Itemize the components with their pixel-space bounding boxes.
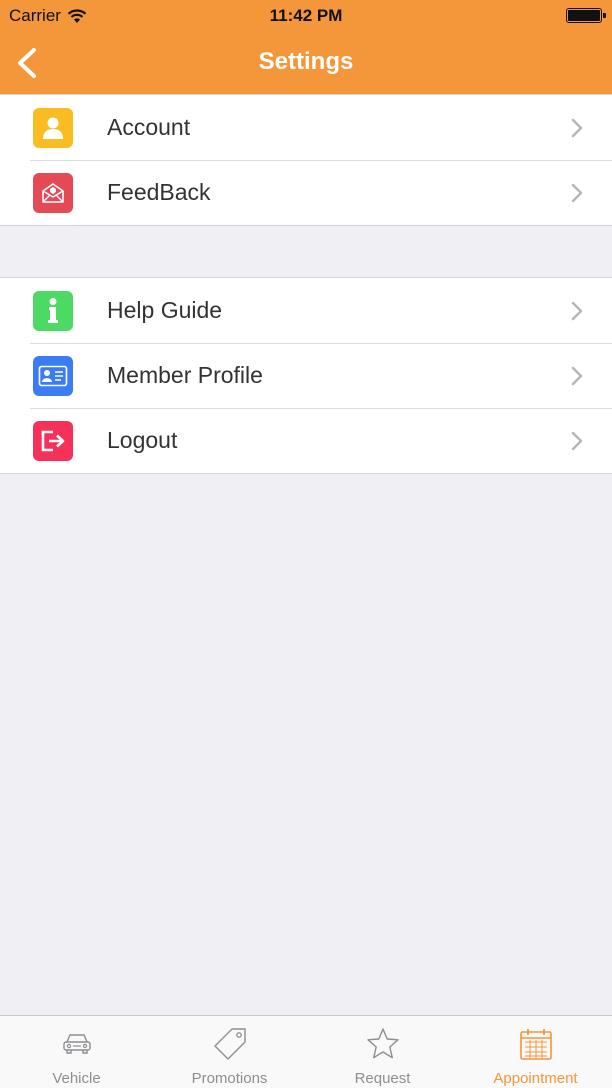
settings-item-label: Account [107,114,191,140]
calendar-icon [519,1029,552,1060]
info-icon [33,291,73,331]
tab-label: Appointment [493,1070,578,1087]
settings-item-account[interactable]: Account [0,95,612,160]
battery-icon [566,8,606,23]
tab-label: Request [354,1070,411,1087]
settings-group-2: Help Guide Member Profile Logout [0,277,612,474]
tab-bar: Vehicle Promotions Request Appointment [0,1015,612,1088]
navigation-bar: Carrier 11:42 PM Settings [0,0,612,94]
settings-item-feedback[interactable]: FeedBack [0,160,612,225]
star-icon [366,1028,399,1059]
settings-item-label: Logout [107,427,178,453]
account-icon [33,108,73,148]
id-card-icon [33,356,73,396]
tab-appointment[interactable]: Appointment [459,1016,612,1088]
chevron-right-icon [571,118,583,138]
settings-group-1: Account FeedBack [0,94,612,226]
logout-icon [33,421,73,461]
settings-item-help-guide[interactable]: Help Guide [0,278,612,343]
settings-item-label: Help Guide [107,297,223,323]
chevron-right-icon [571,183,583,203]
tab-label: Vehicle [52,1070,101,1087]
settings-item-label: Member Profile [107,362,263,388]
tab-label: Promotions [191,1070,268,1087]
chevron-right-icon [571,431,583,451]
status-bar: Carrier 11:42 PM [0,0,612,32]
tab-request[interactable]: Request [306,1016,459,1088]
page-title: Settings [258,48,354,75]
feedback-icon [33,173,73,213]
settings-item-member-profile[interactable]: Member Profile [0,343,612,408]
chevron-right-icon [571,366,583,386]
chevron-right-icon [571,301,583,321]
tag-icon [213,1028,246,1060]
settings-item-label: FeedBack [107,179,211,205]
status-time: 11:42 PM [269,6,343,25]
settings-item-logout[interactable]: Logout [0,408,612,473]
car-icon [62,1034,91,1054]
tab-vehicle[interactable]: Vehicle [0,1016,153,1088]
tab-promotions[interactable]: Promotions [153,1016,306,1088]
